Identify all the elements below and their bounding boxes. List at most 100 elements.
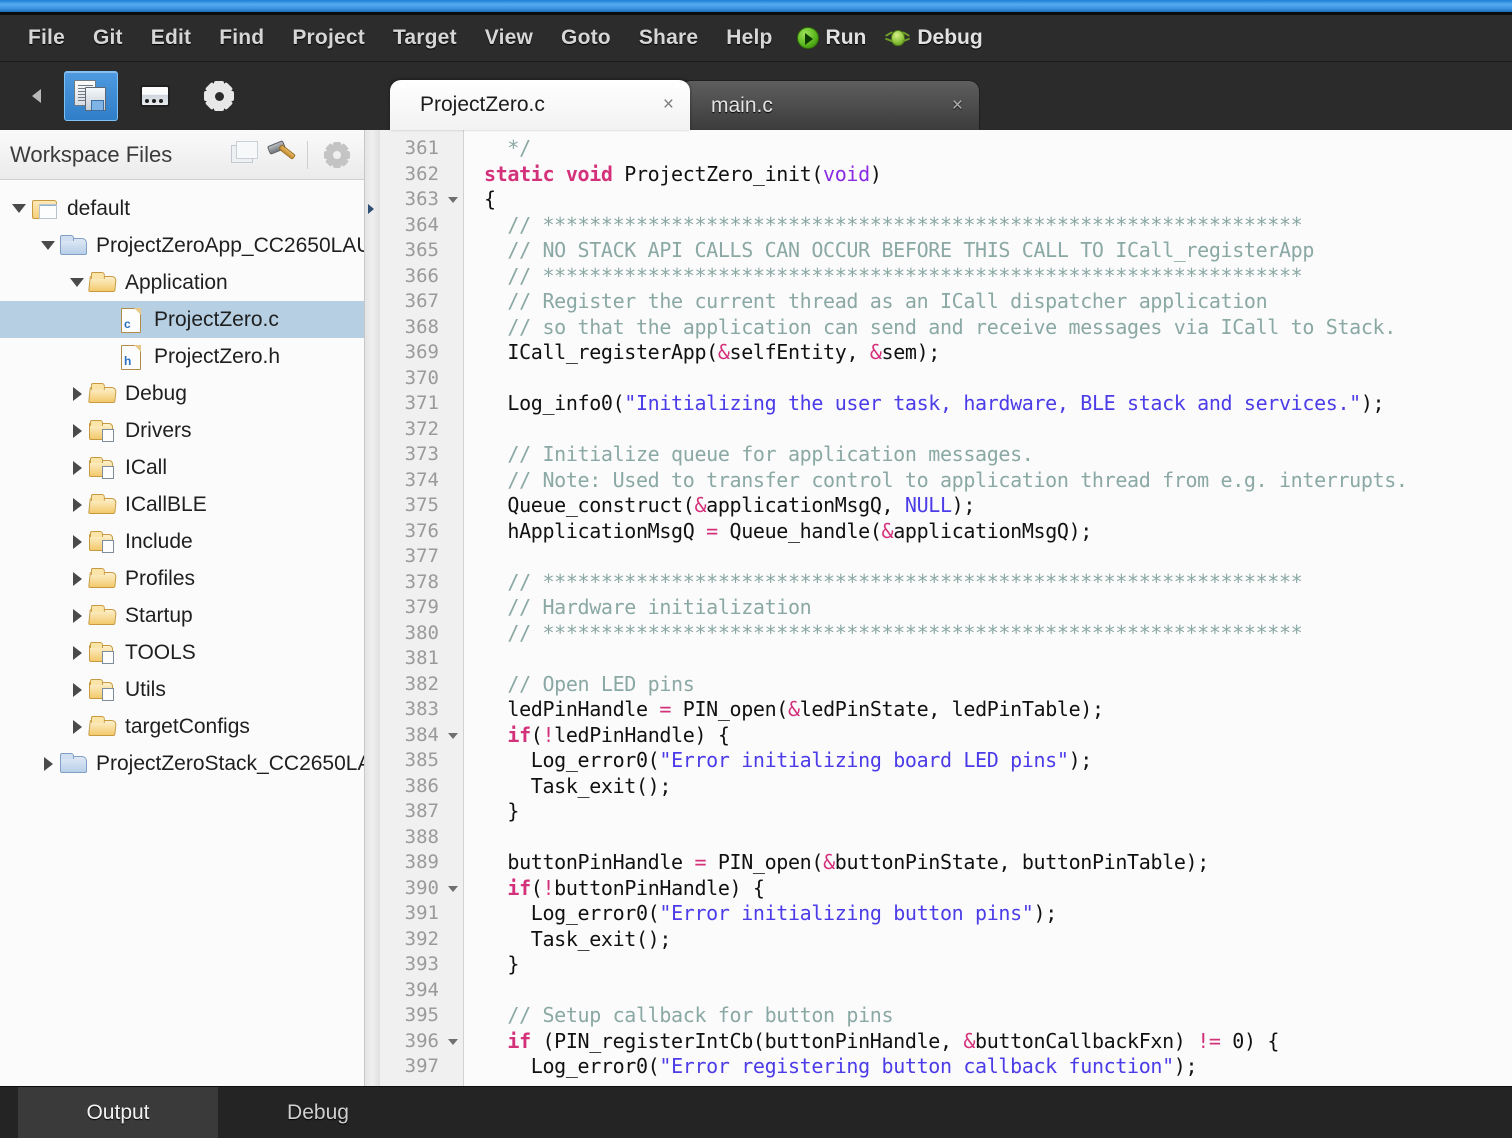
tree-item[interactable]: ICall (0, 449, 364, 486)
tree-item[interactable]: Drivers (0, 412, 364, 449)
code-token: // Note: Used to transfer control to app… (484, 468, 1408, 492)
code-line: // Hardware initialization (484, 595, 1512, 621)
tree-twisty-closed-icon[interactable] (66, 720, 88, 734)
tree-item[interactable]: Profiles (0, 560, 364, 597)
menu-item-project[interactable]: Project (278, 23, 379, 53)
fold-toggle-icon[interactable] (448, 733, 458, 739)
workspace-files-panel: Workspace Files defaultProjectZeroApp_CC… (0, 130, 365, 1086)
fold-toggle-icon[interactable] (448, 1039, 458, 1045)
code-token: & (718, 340, 730, 364)
tree-twisty-closed-icon[interactable] (66, 387, 88, 401)
close-icon[interactable]: × (952, 95, 963, 117)
tree-item[interactable]: ICallBLE (0, 486, 364, 523)
menu-item-git[interactable]: Git (79, 23, 137, 53)
tree-item-label: Startup (125, 604, 193, 628)
open-folder-icon (88, 270, 118, 296)
tree-item[interactable]: hProjectZero.h (0, 338, 364, 375)
tree-item[interactable]: TOOLS (0, 634, 364, 671)
panel-splitter[interactable] (365, 130, 380, 1086)
code-line: Log_error0("Error registering button cal… (484, 1054, 1512, 1080)
code-line: Task_exit(); (484, 927, 1512, 953)
settings-button[interactable] (192, 71, 246, 121)
bottom-tab-output[interactable]: Output (18, 1087, 218, 1138)
line-number: 388 (380, 825, 463, 851)
tree-twisty-open-icon[interactable] (37, 241, 59, 250)
hammer-icon[interactable] (265, 138, 299, 172)
main-toolbar: ProjectZero.c×main.c× (0, 62, 1512, 130)
menu-item-share[interactable]: Share (625, 23, 712, 53)
tree-twisty-closed-icon[interactable] (66, 424, 88, 438)
menu-item-edit[interactable]: Edit (137, 23, 205, 53)
code-token: // Setup callback for button pins (484, 1003, 893, 1027)
code-token: // *************************************… (484, 570, 1302, 594)
tree-twisty-open-icon[interactable] (66, 278, 88, 287)
line-number: 381 (380, 646, 463, 672)
line-number: 363 (380, 187, 463, 213)
menu-item-target[interactable]: Target (379, 23, 471, 53)
build-button[interactable] (128, 71, 182, 121)
code-token: ledPinState, ledPinTable); (800, 697, 1104, 721)
debug-button[interactable]: Debug (876, 23, 992, 53)
h-file-icon: h (117, 344, 147, 370)
tree-twisty-closed-icon[interactable] (66, 498, 88, 512)
code-token: & (823, 850, 835, 874)
code-token: Log_error0( (484, 748, 659, 772)
bottom-tab-debug[interactable]: Debug (218, 1087, 418, 1138)
tree-twisty-closed-icon[interactable] (66, 461, 88, 475)
line-number: 389 (380, 850, 463, 876)
open-folder-icon (88, 566, 118, 592)
line-number: 364 (380, 213, 463, 239)
code-line: ledPinHandle = PIN_open(&ledPinState, le… (484, 697, 1512, 723)
make-icon[interactable] (227, 138, 261, 172)
line-number: 392 (380, 927, 463, 953)
tree-twisty-closed-icon[interactable] (66, 683, 88, 697)
menu-item-help[interactable]: Help (712, 23, 786, 53)
fold-toggle-icon[interactable] (448, 886, 458, 892)
workspace-files-button[interactable] (64, 71, 118, 121)
menu-item-view[interactable]: View (471, 23, 547, 53)
tree-twisty-closed-icon[interactable] (66, 646, 88, 660)
tree-item[interactable]: Debug (0, 375, 364, 412)
splitter-grip-icon (368, 204, 374, 214)
code-token: // Hardware initialization (484, 595, 811, 619)
tree-twisty-closed-icon[interactable] (66, 609, 88, 623)
tree-item[interactable]: ProjectZeroStack_CC2650LAUI (0, 745, 364, 782)
code-token: selfEntity, (730, 340, 870, 364)
tree-item[interactable]: Include (0, 523, 364, 560)
code-line: // *************************************… (484, 570, 1512, 596)
code-editor[interactable]: 3613623633643653663673683693703713723733… (380, 130, 1512, 1086)
tree-twisty-closed-icon[interactable] (66, 572, 88, 586)
tree-item[interactable]: Application (0, 264, 364, 301)
code-token: */ (507, 136, 530, 160)
tree-twisty-closed-icon[interactable] (37, 757, 59, 771)
menu-item-find[interactable]: Find (205, 23, 278, 53)
code-line: ICall_registerApp(&selfEntity, &sem); (484, 340, 1512, 366)
run-button[interactable]: Run (787, 23, 877, 53)
back-arrow-icon[interactable] (18, 78, 54, 114)
close-icon[interactable]: × (663, 94, 674, 116)
tree-item[interactable]: Utils (0, 671, 364, 708)
tree-item[interactable]: ProjectZeroApp_CC2650LAUNC (0, 227, 364, 264)
tree-twisty-closed-icon[interactable] (66, 535, 88, 549)
editor-tab[interactable]: ProjectZero.c× (390, 80, 690, 130)
tree-item[interactable]: targetConfigs (0, 708, 364, 745)
code-line: // *************************************… (484, 621, 1512, 647)
tree-item[interactable]: Startup (0, 597, 364, 634)
tree-item[interactable]: default (0, 190, 364, 227)
code-token: & (963, 1029, 975, 1053)
fold-toggle-icon[interactable] (448, 197, 458, 203)
code-line: Task_exit(); (484, 774, 1512, 800)
gear-icon[interactable] (320, 138, 354, 172)
menu-item-goto[interactable]: Goto (547, 23, 625, 53)
code-line: } (484, 952, 1512, 978)
code-line: // Open LED pins (484, 672, 1512, 698)
tree-item[interactable]: cProjectZero.c (0, 301, 364, 338)
tree-twisty-open-icon[interactable] (8, 204, 30, 213)
editor-tab[interactable]: main.c× (680, 80, 980, 130)
line-number: 384 (380, 723, 463, 749)
menu-item-file[interactable]: File (14, 23, 79, 53)
code-area[interactable]: */static void ProjectZero_init(void){ //… (464, 130, 1512, 1086)
code-token: Log_error0( (484, 1054, 659, 1078)
code-line (484, 646, 1512, 672)
code-token: ); (1069, 748, 1092, 772)
